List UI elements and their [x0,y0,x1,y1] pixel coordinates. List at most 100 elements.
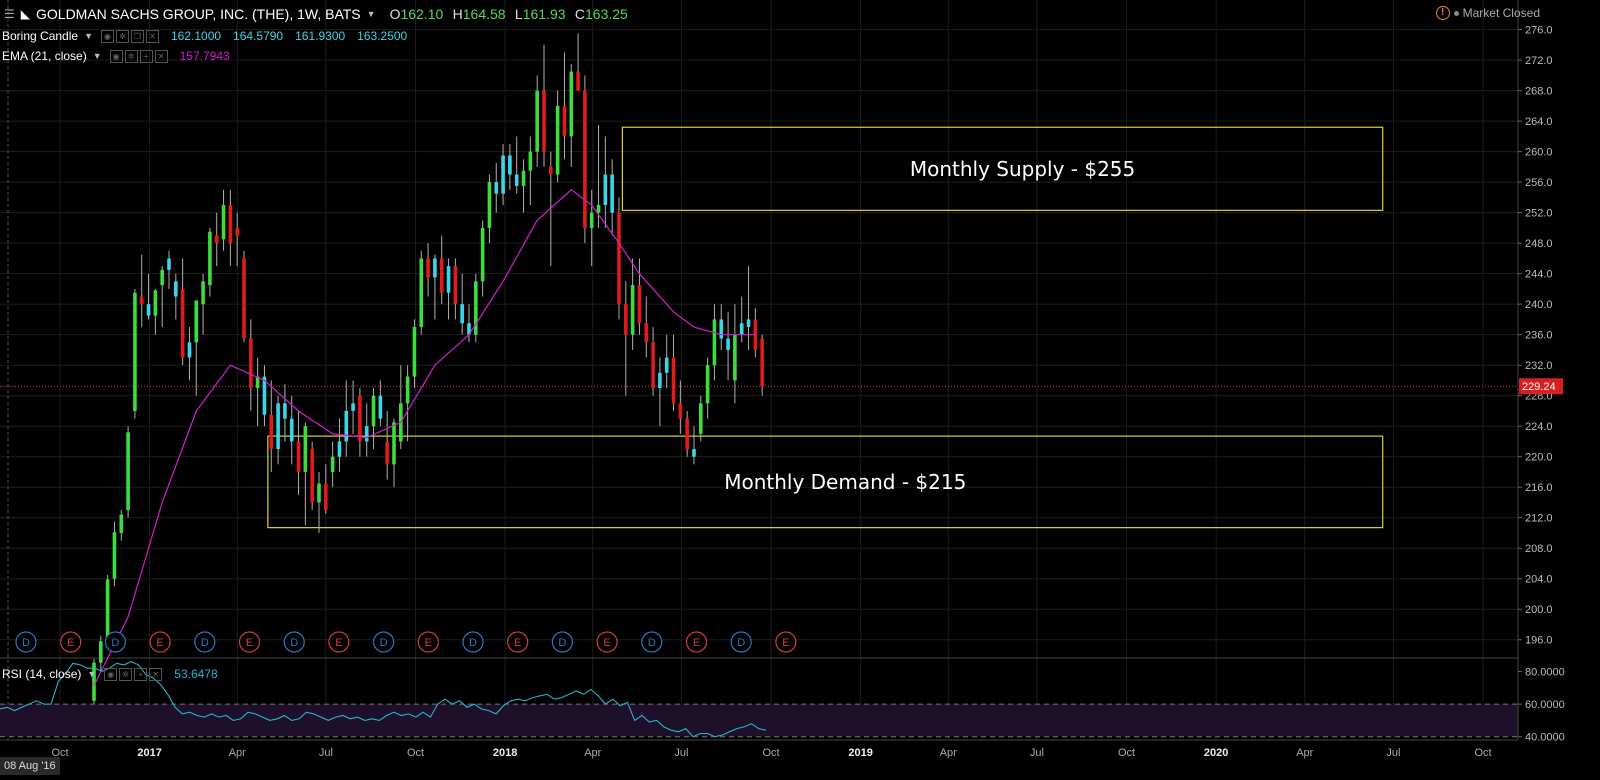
candle[interactable] [296,410,301,495]
candle[interactable] [310,441,314,511]
dividend-marker[interactable]: D [730,631,752,653]
dividend-marker[interactable]: D [551,631,574,653]
eye-icon[interactable]: ◉ [100,30,114,43]
candle[interactable] [705,357,710,419]
eye-icon[interactable]: ◉ [104,668,118,681]
candle[interactable] [214,212,219,267]
rsi-legend[interactable]: RSI (14, close) ▼ ◉ ✲ + ✕ 53.6478 [2,666,218,681]
candle[interactable] [330,441,335,488]
copy-icon[interactable]: ❐ [130,30,144,43]
candle[interactable] [221,189,226,251]
candle[interactable] [276,395,280,465]
candle[interactable] [712,304,717,381]
candle[interactable] [528,136,533,206]
eye-icon[interactable]: ◉ [109,50,123,63]
candle[interactable] [637,258,642,335]
candle[interactable] [419,250,424,335]
gear-icon[interactable]: ✲ [115,30,129,43]
candle[interactable] [644,296,649,358]
candle[interactable] [208,227,212,297]
candle[interactable] [344,380,349,457]
menu-icon[interactable]: ☰ [4,7,15,21]
candle[interactable] [180,258,185,366]
earnings-marker[interactable]: E [685,631,708,653]
candle[interactable] [521,159,526,213]
candle[interactable] [671,334,676,411]
candle[interactable] [139,254,144,328]
chevron-down-icon[interactable]: ▼ [367,9,376,19]
candle[interactable] [405,365,410,442]
candle[interactable] [630,258,635,350]
symbol-header[interactable]: ☰ ◣ GOLDMAN SACHS GROUP, INC. (THE), 1W,… [4,6,634,22]
candle[interactable] [624,281,628,396]
candle[interactable] [576,33,580,91]
earnings-marker[interactable]: E [775,631,797,653]
candle[interactable] [501,144,505,206]
candle[interactable] [719,304,724,350]
candle[interactable] [303,422,308,526]
close-icon[interactable]: ✕ [154,50,168,63]
candle[interactable] [610,159,614,236]
close-icon[interactable]: ✕ [145,30,159,43]
candle[interactable] [126,426,130,518]
candle[interactable] [542,44,546,167]
candle[interactable] [378,380,383,427]
dividend-marker[interactable]: D [104,631,127,653]
dividend-marker[interactable]: D [641,631,663,653]
earnings-marker[interactable]: E [417,631,439,653]
candle[interactable] [426,243,430,297]
warning-icon[interactable]: ! [1435,6,1450,20]
gear-icon[interactable]: ✲ [124,50,138,63]
add-icon[interactable]: + [134,668,148,681]
earnings-dividend-events[interactable]: DEDEDEDEDEDEDEDEDE [15,631,797,653]
dividend-marker[interactable]: D [462,631,484,653]
rsi-label[interactable]: RSI (14, close) [2,667,81,681]
candle[interactable] [508,144,512,190]
candle[interactable] [433,254,437,320]
candle[interactable] [658,357,662,427]
dividend-marker[interactable]: D [283,631,305,653]
candle[interactable] [358,388,362,457]
candle[interactable] [364,403,369,457]
add-icon[interactable]: + [139,50,153,63]
candle[interactable] [603,136,608,228]
earnings-marker[interactable]: E [238,631,261,653]
candle[interactable] [194,300,199,396]
candle[interactable] [726,311,730,381]
candle[interactable] [651,327,655,396]
candle[interactable] [583,75,587,244]
candles[interactable] [92,33,764,717]
candle[interactable] [480,220,485,297]
candle[interactable] [228,189,233,267]
earnings-marker[interactable]: E [60,631,82,653]
boring-candle-label[interactable]: Boring Candle [2,29,78,43]
candle[interactable] [692,426,696,465]
candle[interactable] [535,75,539,167]
earnings-marker[interactable]: E [149,631,171,653]
candle[interactable] [112,521,117,587]
candle[interactable] [160,266,164,328]
candle[interactable] [746,266,751,350]
earnings-marker[interactable]: E [596,631,618,653]
chevron-down-icon[interactable]: ▼ [93,51,102,61]
dividend-marker[interactable]: D [194,631,216,653]
boring-candle-legend[interactable]: Boring Candle ▼ ◉ ✲ ❐ ✕ 162.1000 164.5790 1… [2,28,407,43]
candle[interactable] [385,410,389,480]
candle[interactable] [487,174,492,244]
chevron-down-icon[interactable]: ▼ [84,31,93,41]
ema-label[interactable]: EMA (21, close) [2,49,87,63]
indicator-tools[interactable]: ◉ ✲ + ✕ [102,666,163,681]
time-axis[interactable]: Oct 2017 Apr Jul Oct 2018 Apr Jul Oct 2019 Apr Jul O… [0,739,1518,759]
candle[interactable] [494,163,499,213]
candle[interactable] [753,307,758,358]
candle[interactable] [685,410,689,457]
candle[interactable] [439,235,444,305]
candle[interactable] [201,273,205,335]
candle[interactable] [283,384,287,442]
close-icon[interactable]: ✕ [149,668,163,681]
price-chart[interactable]: Monthly Supply - $255 Monthly Demand - $2… [0,0,1600,780]
candle[interactable] [617,197,621,320]
candle[interactable] [371,388,376,450]
candle[interactable] [174,273,178,320]
candle[interactable] [119,510,124,541]
